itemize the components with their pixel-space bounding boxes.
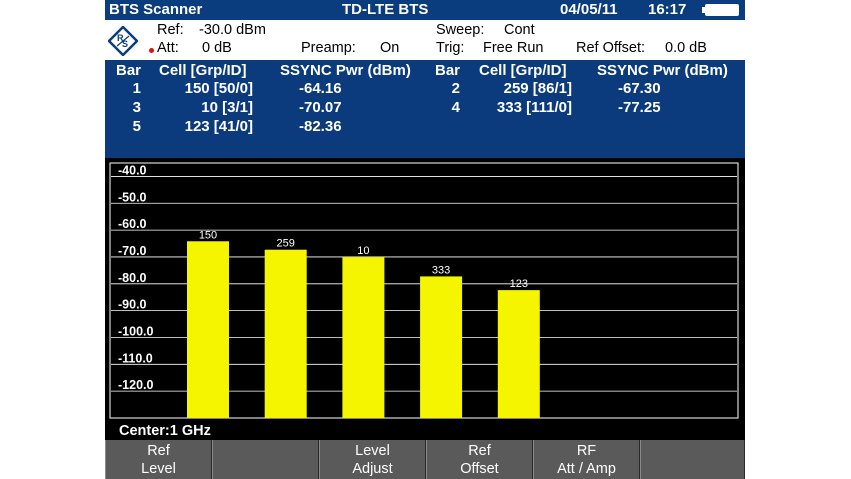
softkey-label-line2: Att / Amp [557, 461, 616, 477]
softkey-label-line1: Ref [147, 443, 170, 459]
table-row-pwr: -67.30 [618, 80, 661, 97]
table-row-pwr: -64.16 [299, 80, 342, 97]
bar-label: 123 [510, 278, 528, 290]
y-tick-label: -80.0 [118, 271, 147, 285]
analyzer-screen: BTS Scanner TD-LTE BTS 04/05/11 16:17 R … [105, 0, 745, 479]
softkey-blank-1[interactable] [212, 440, 319, 479]
softkey-ref-level[interactable]: Ref Level [105, 440, 212, 479]
ref-value: -30.0 dBm [199, 22, 266, 38]
rohde-schwarz-logo-icon: R S [108, 26, 138, 56]
bar-label: 259 [277, 238, 295, 250]
softkey-label-line1: RF [576, 443, 597, 459]
header-cell-left: Cell [Grp/ID] [159, 62, 247, 79]
y-tick-label: -70.0 [118, 244, 147, 258]
y-tick-label: -40.0 [118, 163, 147, 177]
table-row-cell: 259 [86/1] [503, 80, 572, 97]
bar [420, 276, 463, 418]
softkey-label-line1: Ref [468, 443, 491, 459]
y-tick-label: -100.0 [118, 324, 153, 338]
time-display: 16:17 [648, 1, 687, 18]
trig-label: Trig: [436, 40, 465, 56]
app-title: BTS Scanner [109, 1, 203, 18]
table-row-pwr: -77.25 [618, 99, 661, 116]
y-tick-label: -110.0 [118, 351, 153, 365]
ref-offset-value: 0.0 dB [665, 40, 707, 56]
bar [264, 249, 307, 418]
bar-label: 150 [199, 229, 217, 241]
softkey-level-adjust[interactable]: Level Adjust [319, 440, 426, 479]
y-tick-label: -90.0 [118, 298, 147, 312]
softkey-blank-2[interactable] [640, 440, 745, 479]
header-bar-left: Bar [116, 62, 142, 79]
table-row-bar: 1 [132, 80, 141, 97]
header-pwr-right: SSYNC Pwr (dBm) [597, 62, 728, 79]
table-row-cell: 333 [111/0] [496, 99, 572, 116]
bar [342, 257, 385, 418]
table-row-bar: 3 [132, 99, 141, 116]
preamp-value: On [380, 40, 400, 56]
softkey-label-line2: Offset [460, 461, 499, 477]
att-indicator-icon [149, 48, 154, 53]
ref-offset-label: Ref Offset: [576, 40, 646, 56]
bar-chart-plot: -40.0 -50.0 -60.0 -70.0 -80.0 -90.0 -100.0 -110… [109, 162, 739, 419]
att-label: Att: [157, 40, 179, 56]
ref-label: Ref: [157, 22, 184, 38]
sweep-value: Cont [504, 22, 535, 38]
table-row-pwr: -82.36 [299, 118, 342, 135]
softkey-label-line2: Adjust [352, 461, 393, 477]
table-row-cell: 10 [3/1] [201, 99, 253, 116]
y-tick-label: -60.0 [118, 217, 147, 231]
table-row-bar: 2 [451, 80, 460, 97]
center-frequency: Center:1 GHz [119, 423, 211, 439]
bar [187, 241, 229, 418]
att-value: 0 dB [202, 40, 232, 56]
bar-label: 333 [432, 264, 450, 276]
table-row-bar: 5 [132, 118, 141, 135]
softkey-rf-att-amp[interactable]: RF Att / Amp [533, 440, 640, 479]
header-cell-right: Cell [Grp/ID] [479, 62, 567, 79]
bar-label: 10 [357, 245, 369, 257]
softkey-ref-offset[interactable]: Ref Offset [426, 440, 533, 479]
table-row-cell: 150 [50/0] [184, 80, 253, 97]
header-bar-right: Bar [435, 62, 461, 79]
header-pwr-left: SSYNC Pwr (dBm) [280, 62, 411, 79]
table-row-pwr: -70.07 [299, 99, 342, 116]
table-row-bar: 4 [451, 99, 460, 116]
title-bar: BTS Scanner TD-LTE BTS 04/05/11 16:17 [105, 0, 745, 20]
bar-chart: -40.0 -50.0 -60.0 -70.0 -80.0 -90.0 -100.0 -110… [105, 158, 745, 420]
y-tick-label: -120.0 [118, 378, 153, 392]
softkey-label-line1: Level [355, 443, 390, 459]
battery-icon [702, 4, 739, 16]
preamp-label: Preamp: [301, 40, 356, 56]
settings-panel: R S Ref: -30.0 dBm Att: 0 dB Preamp: On … [105, 20, 745, 60]
mode-title: TD-LTE BTS [342, 1, 429, 18]
date-display: 04/05/11 [560, 1, 618, 18]
trig-value: Free Run [483, 40, 544, 56]
softkey-label-line2: Level [141, 461, 176, 477]
softkey-bar: Ref Level Level Adjust Ref Offset RF Att… [105, 440, 745, 479]
sweep-label: Sweep: [436, 22, 485, 38]
bar [497, 290, 540, 418]
table-row-cell: 123 [41/0] [184, 118, 253, 135]
cell-results-table: Bar Cell [Grp/ID] SSYNC Pwr (dBm) Bar Ce… [105, 60, 745, 158]
y-tick-label: -50.0 [118, 190, 147, 204]
